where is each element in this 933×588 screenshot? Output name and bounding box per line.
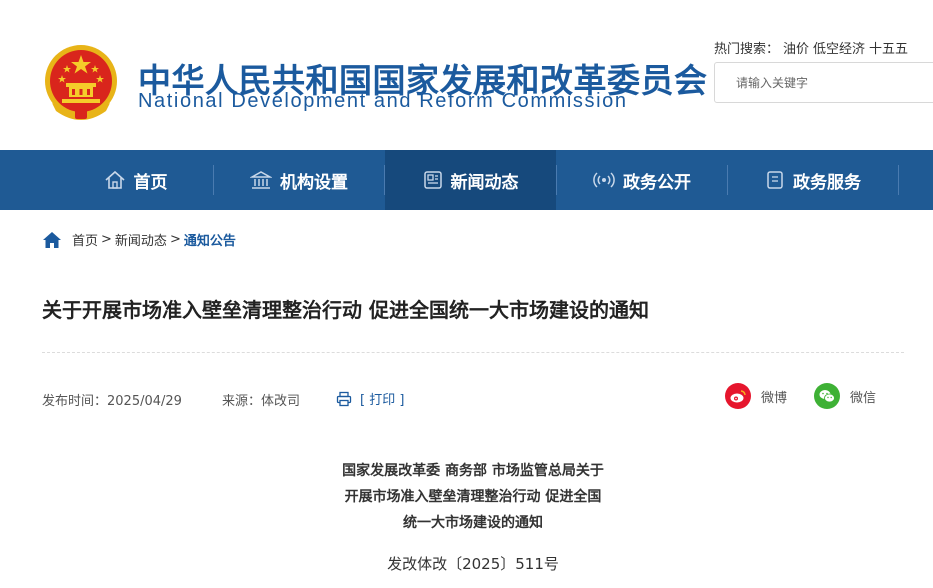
document-heading: 国家发展改革委 商务部 市场监管总局关于 开展市场准入壁垒清理整治行动 促进全国… — [273, 458, 673, 536]
share-wechat-button[interactable]: 微信 — [814, 383, 876, 409]
nav-item-gov-affairs[interactable]: 政务公开 — [557, 150, 727, 210]
nav-divider — [898, 165, 899, 195]
breadcrumb: 首页 > 新闻动态 > 通知公告 — [42, 230, 236, 249]
title-divider — [42, 352, 904, 353]
share-weibo-button[interactable]: 微博 — [725, 383, 787, 409]
breadcrumb-item-notices[interactable]: 通知公告 — [184, 230, 236, 249]
main-nav: 首页 机构设置 新闻动态 政务公开 政务服务 — [0, 150, 933, 210]
nav-item-label: 新闻动态 — [450, 172, 519, 193]
share-wechat-label: 微信 — [850, 390, 877, 406]
wechat-icon — [814, 383, 840, 409]
article-title: 关于开展市场准入壁垒清理整治行动 促进全国统一大市场建设的通知 — [42, 298, 649, 322]
search-box — [714, 62, 933, 103]
news-icon — [423, 171, 442, 189]
nav-item-news[interactable]: 新闻动态 — [385, 150, 556, 210]
share-weibo-label: 微博 — [761, 390, 788, 406]
breadcrumb-item-news[interactable]: 新闻动态 — [115, 230, 167, 249]
weibo-icon — [725, 383, 751, 409]
hot-search-item[interactable]: 低空经济 — [813, 42, 865, 57]
building-icon — [250, 171, 272, 189]
nav-item-label: 政务公开 — [623, 172, 691, 193]
breadcrumb-separator: > — [169, 232, 181, 247]
nav-item-gov-services[interactable]: 政务服务 — [728, 150, 898, 210]
hot-search-item[interactable]: 十五五 — [869, 42, 908, 57]
nav-item-label: 机构设置 — [280, 172, 348, 193]
document-heading-line: 国家发展改革委 商务部 市场监管总局关于 — [342, 463, 604, 479]
printer-icon — [336, 391, 352, 406]
document-heading-line: 统一大市场建设的通知 — [403, 515, 543, 531]
publish-time: 发布时间：2025/04/29 — [42, 394, 182, 409]
hot-search: 热门搜索： 油价 低空经济 十五五 — [714, 38, 908, 57]
breadcrumb-separator: > — [101, 232, 112, 247]
document-heading-line: 开展市场准入壁垒清理整治行动 促进全国 — [344, 489, 602, 505]
home-icon — [104, 170, 125, 189]
nav-item-organization[interactable]: 机构设置 — [214, 150, 384, 210]
document-icon — [767, 171, 783, 189]
site-header: 中华人民共和国国家发展和改革委员会 National Development a… — [0, 0, 933, 150]
nav-item-label: 政务服务 — [793, 172, 861, 193]
document-number: 发改体改〔2025〕511号 — [387, 555, 559, 573]
nav-item-home[interactable]: 首页 — [58, 150, 213, 210]
nav-item-label: 首页 — [133, 172, 168, 193]
national-emblem-icon[interactable] — [42, 43, 120, 123]
hot-search-label: 热门搜索： — [714, 42, 780, 57]
breadcrumb-item-home[interactable]: 首页 — [72, 230, 98, 249]
broadcast-icon — [593, 172, 615, 188]
print-button[interactable]: [ 打印 ] — [336, 389, 404, 408]
hot-search-item[interactable]: 油价 — [783, 42, 809, 57]
search-input[interactable] — [715, 63, 933, 102]
article-source: 来源：体改司 — [222, 394, 301, 409]
site-title-en[interactable]: National Development and Reform Commissi… — [138, 90, 628, 113]
print-label: [ 打印 ] — [360, 393, 405, 408]
home-icon[interactable] — [42, 231, 62, 249]
